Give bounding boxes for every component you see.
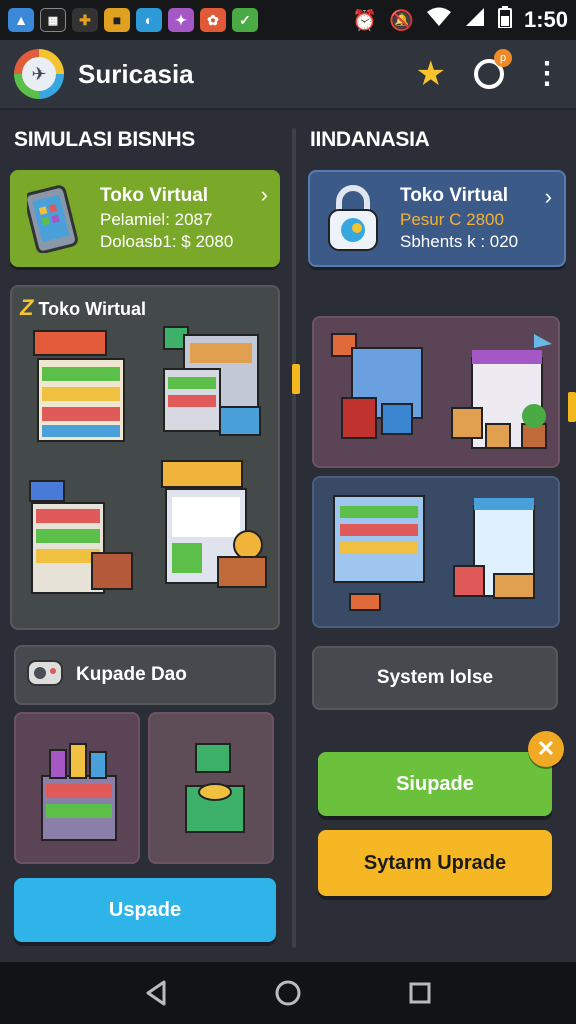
siupade-button[interactable]: Siupade xyxy=(318,752,552,816)
recents-icon[interactable] xyxy=(402,975,438,1011)
chevron-right-icon: › xyxy=(260,182,268,207)
puzzle-icon: ✚ xyxy=(72,8,98,32)
close-icon[interactable]: ✕ xyxy=(528,731,564,767)
item-tile-box[interactable] xyxy=(148,712,274,864)
store-panel-title-text: Toko Wirtual xyxy=(38,299,146,319)
left-section-title: SIMULASI BISNHS xyxy=(14,128,196,151)
controller-icon xyxy=(26,655,66,695)
left-featured-line1: Pelamiel: 2087 xyxy=(100,209,213,229)
left-featured-name: Toko Virtual xyxy=(100,185,209,207)
system-row[interactable]: System Iolse xyxy=(312,646,558,710)
app-logo[interactable]: ✈ xyxy=(14,49,64,99)
upgrade-row[interactable]: Kupade Dao xyxy=(14,645,276,705)
app-bar: ✈ Suricasia ★ p ⋮ xyxy=(0,40,576,110)
purple-app-icon: ✦ xyxy=(168,8,194,32)
display-fridge-illustration xyxy=(333,495,535,611)
product-shelf-icon xyxy=(41,743,117,841)
home-icon[interactable] xyxy=(270,975,306,1011)
star-icon[interactable]: ★ xyxy=(416,54,446,94)
left-store-panel[interactable]: Z Toko Wirtual xyxy=(10,285,280,630)
alarm-icon: ⏰ xyxy=(352,9,378,32)
right-featured-name: Toko Virtual xyxy=(400,185,509,207)
back-icon[interactable] xyxy=(138,975,174,1011)
upgrade-button[interactable]: Uspade xyxy=(14,878,276,942)
left-edge-marker xyxy=(292,364,300,394)
store-shelf-illustration-3 xyxy=(29,480,133,594)
mute-icon: 🔕 xyxy=(389,9,414,32)
right-featured-card[interactable]: Toko Virtual Pesur C 2800 Sbhents k : 02… xyxy=(308,170,566,267)
navigation-bar xyxy=(0,962,576,1024)
right-section-title: IINDANASIA xyxy=(310,128,430,151)
more-icon[interactable]: ⋮ xyxy=(532,59,562,89)
chat-icon[interactable]: p xyxy=(474,49,512,89)
clock: 1:50 xyxy=(523,7,568,32)
qr-icon: ▦ xyxy=(40,8,66,32)
store-shelf-illustration-1 xyxy=(33,330,125,442)
chevron-right-icon: › xyxy=(544,184,552,209)
chat-badge: p xyxy=(494,49,512,67)
money-box-icon xyxy=(185,743,245,833)
notification-icons: ▲ ▦ ✚ ■ ◐ ✦ ✿ ✓ xyxy=(8,8,258,32)
shield-red-icon: ✿ xyxy=(200,8,226,32)
lock-icon xyxy=(322,181,384,257)
store-shelf-illustration-4 xyxy=(161,460,267,588)
store-panel-mark: Z xyxy=(20,295,34,320)
upgrade-row-label: Kupade Dao xyxy=(76,664,187,685)
signal-icon xyxy=(464,7,486,33)
column-divider xyxy=(292,128,296,948)
right-featured-line2: Sbhents k : 020 xyxy=(400,231,519,251)
right-store-tile-1[interactable] xyxy=(312,316,560,468)
app-title: Suricasia xyxy=(78,58,194,89)
image-icon: ▲ xyxy=(8,8,34,32)
right-featured-line1: Pesur C 2800 xyxy=(400,209,504,229)
shield-green-icon: ✓ xyxy=(232,8,258,32)
blue-app-icon: ◐ xyxy=(136,8,162,32)
tablet-icon xyxy=(22,181,84,257)
right-edge-marker xyxy=(568,392,576,422)
left-featured-card[interactable]: Toko Virtual Pelamiel: 2087 Doloasb1: $ … xyxy=(10,170,280,267)
store-panel-title: Z Toko Wirtual xyxy=(20,295,146,321)
item-tile-shelf[interactable] xyxy=(14,712,140,864)
globe-icon: ✈ xyxy=(22,57,56,91)
shop-counter-illustration xyxy=(331,333,552,449)
note-icon: ■ xyxy=(104,8,130,32)
status-bar: ▲ ▦ ✚ ■ ◐ ✦ ✿ ✓ ⏰ 🔕 1:50 xyxy=(0,0,576,40)
battery-icon xyxy=(497,6,512,34)
store-shelf-illustration-2 xyxy=(163,326,261,436)
right-store-tile-2[interactable] xyxy=(312,476,560,628)
left-featured-line2: Doloasb1: $ 2080 xyxy=(100,231,234,251)
system-upgrade-button[interactable]: Sytarm Uprade xyxy=(318,830,552,896)
wifi-icon xyxy=(426,7,452,33)
